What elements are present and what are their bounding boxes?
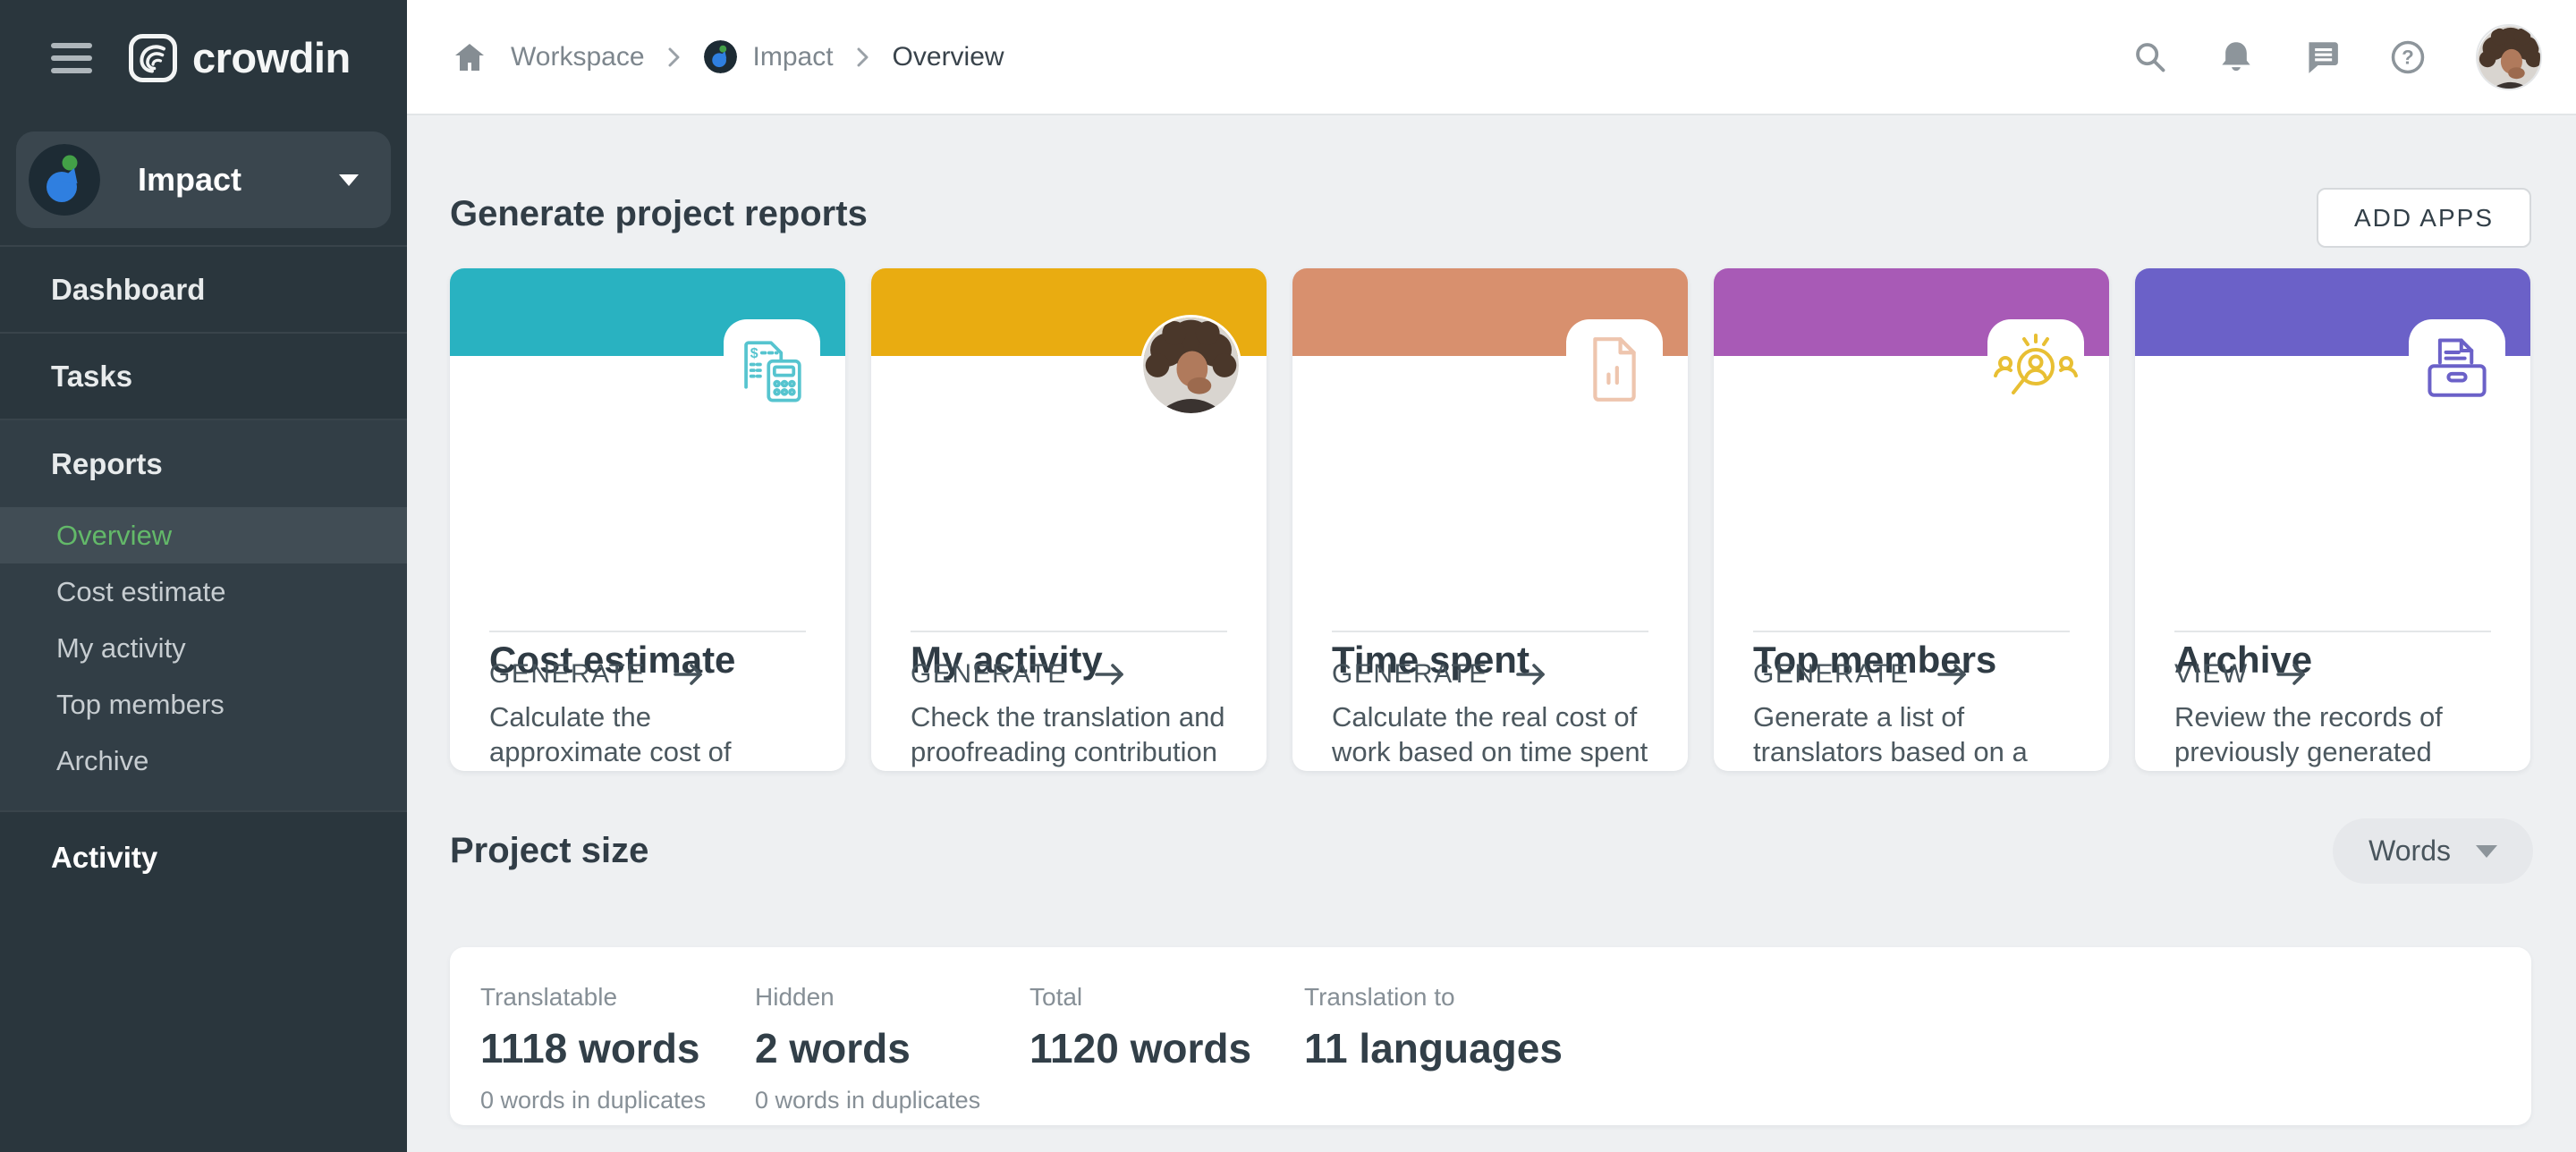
card-description: Check the translation and proofreading c… xyxy=(911,699,1231,771)
card-my-activity: My activity Check the translation and pr… xyxy=(871,268,1267,771)
sidebar-reports-group: Reports Overview Cost estimate My activi… xyxy=(0,419,407,810)
hamburger-menu-icon[interactable] xyxy=(51,43,92,73)
project-selector[interactable]: Impact xyxy=(16,131,391,228)
crowdin-app: Workspace Impact Overview xyxy=(0,0,2576,1152)
svg-text:?: ? xyxy=(2402,46,2414,68)
sidebar-item-activity[interactable]: Activity xyxy=(0,810,407,903)
stat-translation-to: Translation to 11 languages xyxy=(1304,983,1579,1125)
breadcrumb-workspace[interactable]: Workspace xyxy=(511,42,645,72)
topbar-left: crowdin xyxy=(0,0,407,115)
card-divider xyxy=(911,631,1227,632)
breadcrumb-project[interactable]: Impact xyxy=(704,40,834,73)
project-avatar xyxy=(29,144,100,216)
card-divider xyxy=(1753,631,2070,632)
card-archive: Archive Review the records of previously… xyxy=(2135,268,2530,771)
chevron-down-icon xyxy=(339,174,359,186)
project-size-stats: Translatable 1118 words 0 words in dupli… xyxy=(450,947,2531,1125)
stat-label: Hidden xyxy=(755,983,1030,1012)
stat-label: Total xyxy=(1030,983,1304,1012)
invoice-calculator-icon: $ xyxy=(734,332,809,411)
stat-total: Total 1120 words xyxy=(1030,983,1304,1125)
arrow-right-icon xyxy=(1515,663,1547,686)
document-chart-icon xyxy=(1587,332,1642,407)
arrow-right-icon xyxy=(2275,663,2308,686)
report-cards: $ Cost estimate Calculate the approximat… xyxy=(450,268,2531,771)
card-time-spent: Time spent Calculate the real cost of wo… xyxy=(1292,268,1688,771)
messages-icon[interactable] xyxy=(2304,39,2340,75)
project-name: Impact xyxy=(138,161,339,199)
user-avatar[interactable] xyxy=(2476,24,2542,90)
generate-button[interactable]: GENERATE xyxy=(911,659,1126,690)
card-description: Calculate the real cost of work based on… xyxy=(1332,699,1652,771)
chevron-right-icon xyxy=(668,47,681,68)
arrow-right-icon xyxy=(673,663,705,686)
sidebar-item-reports[interactable]: Reports xyxy=(0,420,407,507)
home-icon[interactable] xyxy=(452,39,487,75)
stat-label: Translatable xyxy=(480,983,755,1012)
add-apps-button[interactable]: ADD APPS xyxy=(2317,188,2531,248)
stat-value: 1118 words xyxy=(480,1024,755,1072)
card-icon-notch: $ xyxy=(724,319,820,418)
sidebar-item-tasks[interactable]: Tasks xyxy=(0,332,407,419)
card-top-members: Top members Generate a list of translato… xyxy=(1714,268,2109,771)
card-description: Review the records of previously generat… xyxy=(2174,699,2495,771)
page-title: Generate project reports xyxy=(450,194,868,234)
card-description: Generate a list of translators based on … xyxy=(1753,699,2073,771)
sidebar-item-overview[interactable]: Overview xyxy=(0,507,407,563)
sidebar-item-my-activity[interactable]: My activity xyxy=(0,620,407,676)
archive-box-icon xyxy=(2419,332,2496,409)
project-size-title: Project size xyxy=(450,831,648,871)
arrow-right-icon xyxy=(1094,663,1126,686)
breadcrumb: Workspace Impact Overview xyxy=(452,0,1004,114)
user-photo xyxy=(1143,318,1239,413)
sidebar-item-cost-estimate[interactable]: Cost estimate xyxy=(0,563,407,620)
sidebar-item-dashboard[interactable]: Dashboard xyxy=(0,245,407,332)
card-divider xyxy=(2174,631,2491,632)
generate-button[interactable]: GENERATE xyxy=(1332,659,1547,690)
card-icon-notch xyxy=(1987,319,2084,418)
stat-translatable: Translatable 1118 words 0 words in dupli… xyxy=(480,983,755,1125)
breadcrumb-current-page: Overview xyxy=(893,42,1004,72)
stat-note: 0 words in duplicates xyxy=(755,1087,1030,1114)
chevron-right-icon xyxy=(857,47,869,68)
stat-label: Translation to xyxy=(1304,983,1579,1012)
notifications-bell-icon[interactable] xyxy=(2218,39,2254,75)
project-avatar xyxy=(704,40,737,73)
crowdin-logo-icon xyxy=(128,33,178,83)
sidebar: Impact Dashboard Tasks Reports Overview … xyxy=(0,115,407,1152)
sidebar-menu: Dashboard Tasks Reports Overview Cost es… xyxy=(0,245,407,903)
card-description: Calculate the approximate cost of transl… xyxy=(489,699,809,771)
view-button[interactable]: VIEW xyxy=(2174,659,2308,690)
card-divider xyxy=(1332,631,1648,632)
help-icon[interactable]: ? xyxy=(2390,39,2426,75)
chevron-down-icon xyxy=(2476,845,2497,858)
crowdin-logo[interactable]: crowdin xyxy=(128,33,351,83)
crowdin-wordmark: crowdin xyxy=(192,33,351,82)
sidebar-item-archive[interactable]: Archive xyxy=(0,733,407,789)
card-divider xyxy=(489,631,806,632)
card-icon-notch xyxy=(1566,319,1663,418)
stat-value: 11 languages xyxy=(1304,1024,1579,1072)
topbar-actions: ? xyxy=(2132,0,2542,114)
people-search-icon xyxy=(1991,332,2080,414)
generate-button[interactable]: GENERATE xyxy=(489,659,705,690)
main-content: Generate project reports ADD APPS $ xyxy=(407,115,2576,1152)
stat-value: 2 words xyxy=(755,1024,1030,1072)
sidebar-item-top-members[interactable]: Top members xyxy=(0,676,407,733)
stat-note: 0 words in duplicates xyxy=(480,1087,755,1114)
card-cost-estimate: $ Cost estimate Calculate the approximat… xyxy=(450,268,845,771)
generate-button[interactable]: GENERATE xyxy=(1753,659,1969,690)
unit-dropdown[interactable]: Words xyxy=(2333,818,2533,884)
breadcrumb-project-label: Impact xyxy=(753,42,834,72)
stat-value: 1120 words xyxy=(1030,1024,1304,1072)
search-icon[interactable] xyxy=(2132,39,2168,75)
svg-text:$: $ xyxy=(750,346,758,361)
stat-hidden: Hidden 2 words 0 words in duplicates xyxy=(755,983,1030,1125)
arrow-right-icon xyxy=(1936,663,1969,686)
unit-dropdown-value: Words xyxy=(2368,834,2451,868)
top-bar: Workspace Impact Overview xyxy=(0,0,2576,115)
card-icon-notch xyxy=(2409,319,2505,418)
